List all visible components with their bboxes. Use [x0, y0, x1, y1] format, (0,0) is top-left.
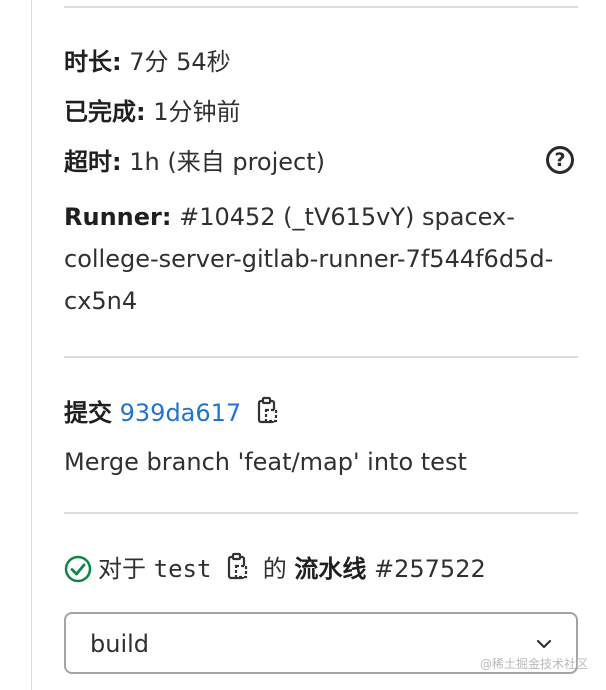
commit-message: Merge branch 'feat/map' into test: [64, 448, 467, 476]
stage-select-value: build: [90, 630, 150, 658]
pipeline-prefix: 对于: [98, 555, 146, 583]
timeout-row: 超时: 1h (来自 project): [64, 146, 325, 178]
divider-middle: [64, 356, 578, 358]
copy-ref-icon[interactable]: [227, 552, 249, 588]
chevron-down-icon: [536, 639, 552, 649]
pipeline-id-link[interactable]: #257522: [374, 555, 486, 583]
finished-value: 1分钟前: [153, 98, 241, 126]
copy-icon: [227, 552, 248, 580]
sidebar-left-border: [31, 0, 32, 690]
status-success-icon[interactable]: [64, 555, 92, 583]
commit-row: 提交 939da617: [64, 396, 279, 432]
divider-bottom: [64, 512, 578, 514]
commit-sha-link[interactable]: 939da617: [120, 399, 242, 427]
finished-label: 已完成:: [64, 98, 146, 126]
copy-icon: [257, 396, 277, 424]
timeout-label: 超时:: [64, 148, 122, 176]
watermark: @稀土掘金技术社区: [479, 657, 588, 671]
timeout-value: 1h (来自 project): [129, 148, 326, 176]
finished-row: 已完成: 1分钟前: [64, 96, 241, 128]
pipeline-middle: 的: [262, 555, 287, 583]
help-icon[interactable]: ?: [546, 146, 574, 174]
duration-value: 7分 54秒: [129, 48, 231, 76]
pipeline-ref-link[interactable]: test: [154, 555, 212, 583]
runner-row: Runner: #10452 (_tV615vY) spacex-college…: [64, 196, 564, 322]
copy-commit-sha-icon[interactable]: [257, 396, 279, 432]
pipeline-row: 对于 test 的 流水线 #257522: [64, 552, 486, 588]
divider-top: [64, 6, 578, 8]
runner-label: Runner:: [64, 203, 172, 231]
pipeline-label: 流水线: [294, 555, 367, 583]
duration-label: 时长:: [64, 48, 122, 76]
duration-row: 时长: 7分 54秒: [64, 46, 231, 78]
commit-label: 提交: [64, 399, 112, 427]
